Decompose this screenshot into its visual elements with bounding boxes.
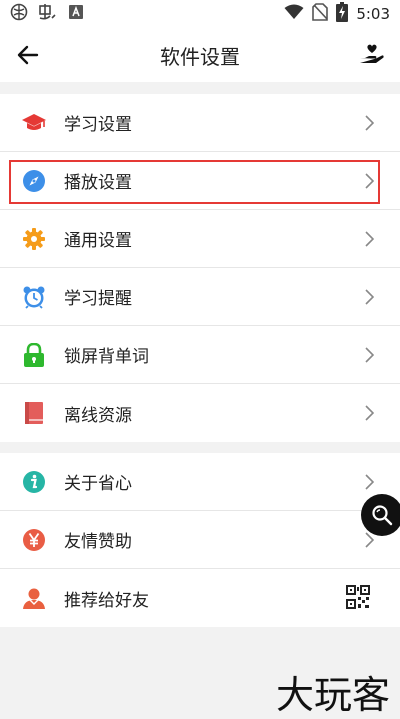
playback-settings-row[interactable]: 播放设置 <box>0 152 400 210</box>
sponsor-row[interactable]: 友情赞助 <box>0 511 400 569</box>
row-label: 学习设置 <box>64 115 132 135</box>
info-icon <box>21 469 47 495</box>
about-row[interactable]: 关于省心 <box>0 453 400 511</box>
chevron-right-icon <box>365 289 374 305</box>
back-arrow-icon <box>17 45 39 65</box>
status-bar: 5:03 <box>0 0 400 28</box>
chevron-right-icon <box>365 405 374 421</box>
recommend-friends-row[interactable]: 推荐给好友 <box>0 569 400 627</box>
row-label: 学习提醒 <box>64 289 132 309</box>
row-label: 关于省心 <box>64 474 132 494</box>
offline-resources-row[interactable]: 离线资源 <box>0 384 400 442</box>
settings-group-primary: 学习设置 播放设置 通用设置 学习提醒 锁屏背单词 离线资源 <box>0 94 400 442</box>
chevron-right-icon <box>365 231 374 247</box>
chevron-right-icon <box>365 474 374 490</box>
qr-code-icon[interactable] <box>346 585 370 613</box>
keyboard-a-icon <box>68 4 84 24</box>
hand-heart-icon <box>360 44 384 63</box>
no-sim-icon <box>312 3 329 25</box>
row-label: 离线资源 <box>64 405 132 426</box>
gear-icon <box>21 226 47 252</box>
floating-search-button[interactable] <box>361 494 400 536</box>
settings-group-secondary: 关于省心 友情赞助 推荐给好友 <box>0 453 400 627</box>
compass-icon <box>21 168 47 194</box>
status-time: 5:03 <box>356 5 390 23</box>
wifi-icon <box>284 4 304 24</box>
chevron-right-icon <box>365 115 374 131</box>
battery-charging-icon <box>336 2 349 26</box>
lock-icon <box>21 342 47 368</box>
person-icon <box>21 585 47 611</box>
alarm-clock-icon <box>21 284 47 310</box>
chevron-right-icon <box>365 532 374 548</box>
chevron-right-icon <box>365 173 374 189</box>
page-title: 软件设置 <box>160 44 240 69</box>
chevron-right-icon <box>365 347 374 363</box>
row-label: 通用设置 <box>64 231 132 251</box>
row-label: 推荐给好友 <box>64 590 149 611</box>
row-label: 友情赞助 <box>64 532 132 552</box>
row-label: 播放设置 <box>64 173 132 193</box>
book-icon <box>21 400 47 426</box>
study-settings-row[interactable]: 学习设置 <box>0 94 400 152</box>
graduation-cap-icon <box>21 110 47 136</box>
back-button[interactable] <box>0 28 56 82</box>
donate-heart-button[interactable] <box>344 28 400 82</box>
app-bar: 软件设置 <box>0 28 400 82</box>
globe-icon <box>10 3 28 25</box>
study-reminder-row[interactable]: 学习提醒 <box>0 268 400 326</box>
lockscreen-words-row[interactable]: 锁屏背单词 <box>0 326 400 384</box>
yen-icon <box>21 527 47 553</box>
general-settings-row[interactable]: 通用设置 <box>0 210 400 268</box>
search-icon <box>372 505 393 526</box>
notification-app-icon <box>38 3 58 25</box>
row-label: 锁屏背单词 <box>64 347 149 367</box>
